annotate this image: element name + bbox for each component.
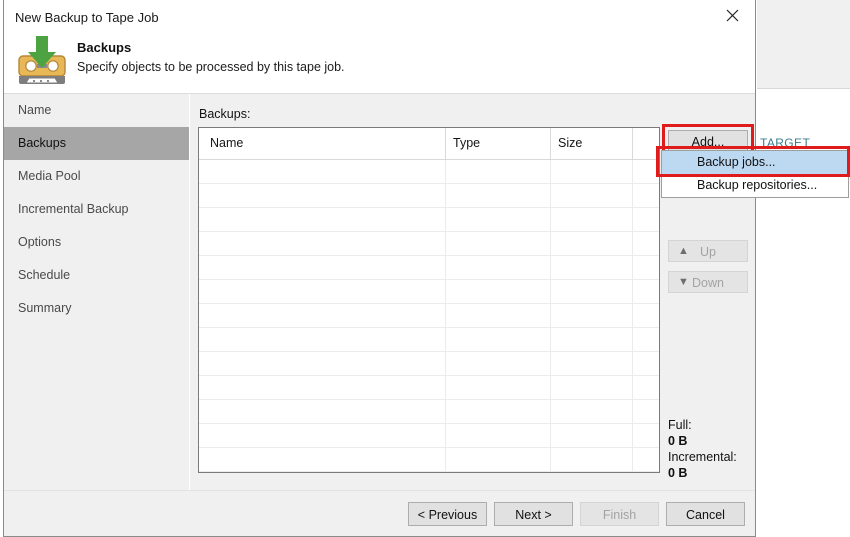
table-row[interactable] — [199, 256, 659, 280]
column-divider[interactable] — [550, 128, 551, 159]
cancel-button[interactable]: Cancel — [666, 502, 745, 526]
move-down-label: Down — [692, 276, 724, 290]
full-label: Full: — [668, 418, 692, 432]
sidebar-item-media-pool[interactable]: Media Pool — [4, 160, 189, 193]
menu-icon-gutter — [662, 174, 688, 197]
column-divider[interactable] — [632, 128, 633, 159]
add-button[interactable]: Add... — [668, 130, 748, 152]
incremental-label: Incremental: — [668, 450, 737, 464]
menu-item-backup-repositories-label: Backup repositories... — [697, 178, 818, 192]
dialog-title: New Backup to Tape Job — [15, 10, 159, 25]
column-header-size[interactable]: Size — [558, 136, 582, 150]
page-title: Backups — [77, 40, 132, 55]
column-header-name[interactable]: Name — [210, 136, 243, 150]
sidebar-item-name[interactable]: Name — [4, 94, 189, 127]
table-row[interactable] — [199, 400, 659, 424]
next-button[interactable]: Next > — [494, 502, 573, 526]
menu-item-backup-repositories[interactable]: Backup repositories... — [662, 174, 848, 197]
move-up-button[interactable]: ▲ Up — [668, 240, 748, 262]
arrow-up-icon: ▲ — [678, 245, 689, 257]
table-row[interactable] — [199, 208, 659, 232]
grid-vertical-line — [445, 160, 446, 472]
table-row[interactable] — [199, 160, 659, 184]
incremental-value: 0 B — [668, 466, 688, 480]
size-summary: Full: 0 B Incremental: 0 B — [668, 417, 737, 481]
table-row[interactable] — [199, 304, 659, 328]
table-row[interactable] — [199, 280, 659, 304]
sidebar-item-backups[interactable]: Backups — [4, 127, 189, 160]
dialog-header: Backups Specify objects to be processed … — [4, 36, 755, 93]
table-row[interactable] — [199, 352, 659, 376]
move-up-label: Up — [700, 245, 716, 259]
wizard-steps-sidebar: Name Backups Media Pool Incremental Back… — [4, 94, 190, 490]
backups-table[interactable]: Name Type Size — [198, 127, 660, 473]
table-row[interactable] — [199, 232, 659, 256]
table-body[interactable] — [199, 160, 659, 472]
sidebar-item-schedule[interactable]: Schedule — [4, 259, 189, 292]
table-header-row: Name Type Size — [199, 128, 659, 160]
dialog-footer: < Previous Next > Finish Cancel — [4, 491, 755, 536]
dialog-titlebar: New Backup to Tape Job — [4, 0, 755, 36]
page-subtitle: Specify objects to be processed by this … — [77, 60, 345, 74]
column-header-type[interactable]: Type — [453, 136, 480, 150]
background-target-label: TARGET — [760, 136, 811, 150]
menu-icon-gutter — [662, 151, 688, 174]
sidebar-item-summary[interactable]: Summary — [4, 292, 189, 325]
menu-item-backup-jobs[interactable]: Backup jobs... — [662, 151, 848, 174]
column-divider[interactable] — [445, 128, 446, 159]
grid-vertical-line — [550, 160, 551, 472]
table-row[interactable] — [199, 376, 659, 400]
table-row[interactable] — [199, 448, 659, 472]
grid-vertical-line — [632, 160, 633, 472]
move-down-button[interactable]: ▼ Down — [668, 271, 748, 293]
tape-backup-icon — [14, 32, 70, 88]
previous-button[interactable]: < Previous — [408, 502, 487, 526]
table-row[interactable] — [199, 424, 659, 448]
background-separator — [757, 88, 850, 89]
background-toolbar-strip — [757, 0, 850, 88]
finish-button[interactable]: Finish — [580, 502, 659, 526]
table-row[interactable] — [199, 328, 659, 352]
sidebar-item-options[interactable]: Options — [4, 226, 189, 259]
full-value: 0 B — [668, 434, 688, 448]
add-dropdown-menu: Backup jobs... Backup repositories... — [661, 150, 849, 198]
close-icon[interactable] — [710, 0, 755, 31]
sidebar-item-incremental-backup[interactable]: Incremental Backup — [4, 193, 189, 226]
menu-item-backup-jobs-label: Backup jobs... — [697, 155, 776, 169]
arrow-down-icon: ▼ — [678, 276, 689, 288]
screen: TARGET New Backup to Tape Job Backups Sp… — [0, 0, 850, 537]
table-row[interactable] — [199, 184, 659, 208]
new-backup-to-tape-job-dialog: New Backup to Tape Job Backups Specify o… — [3, 0, 756, 537]
backups-list-label: Backups: — [199, 107, 251, 121]
